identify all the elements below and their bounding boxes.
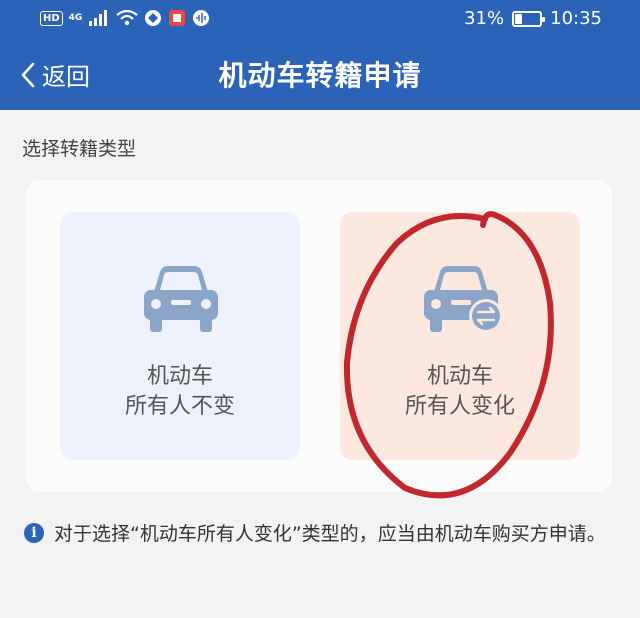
- wifi-icon: [116, 10, 139, 26]
- option-label: 机动车 所有人不变: [60, 362, 300, 422]
- option-owner-changed[interactable]: 机动车 所有人变化: [340, 212, 580, 460]
- option-label-line1: 机动车: [146, 364, 213, 389]
- battery-icon: [512, 10, 546, 27]
- clock: 10:35: [550, 8, 602, 29]
- status-left: HD 4G: [40, 9, 210, 27]
- signal-icon: [89, 10, 108, 26]
- info-icon: i: [24, 523, 44, 543]
- hd-badge: HD: [40, 10, 63, 26]
- transfer-type-panel: 机动车 所有人不变 机动车 所有人变化: [26, 180, 612, 492]
- option-owner-unchanged[interactable]: 机动车 所有人不变: [60, 212, 300, 460]
- notice-text: 对于选择“机动车所有人变化”类型的，应当由机动车购买方申请。: [54, 523, 606, 545]
- option-label-line2: 所有人不变: [124, 394, 235, 419]
- status-right: 31% 10:35: [464, 8, 602, 29]
- option-label: 机动车 所有人变化: [340, 362, 580, 422]
- section-label: 选择转籍类型: [22, 138, 137, 160]
- app-header: HD 4G 31% 10:35 返回 机动车转籍申请: [0, 0, 640, 110]
- network-type: 4G: [68, 13, 83, 23]
- page-title: 机动车转籍申请: [218, 59, 422, 92]
- audio-app-icon: [193, 10, 210, 26]
- car-icon: [144, 266, 218, 332]
- battery-percent: 31%: [464, 8, 505, 29]
- notice: i 对于选择“机动车所有人变化”类型的，应当由机动车购买方申请。: [24, 518, 624, 550]
- browser-icon: [145, 10, 162, 26]
- battery-fill: [515, 13, 523, 24]
- car-transfer-icon: [424, 266, 502, 333]
- option-label-line1: 机动车: [426, 364, 493, 389]
- book-app-icon: [169, 10, 186, 26]
- status-bar: HD 4G 31% 10:35: [0, 0, 640, 40]
- option-label-line2: 所有人变化: [404, 394, 515, 419]
- nav-bar: 返回 机动车转籍申请: [0, 40, 640, 110]
